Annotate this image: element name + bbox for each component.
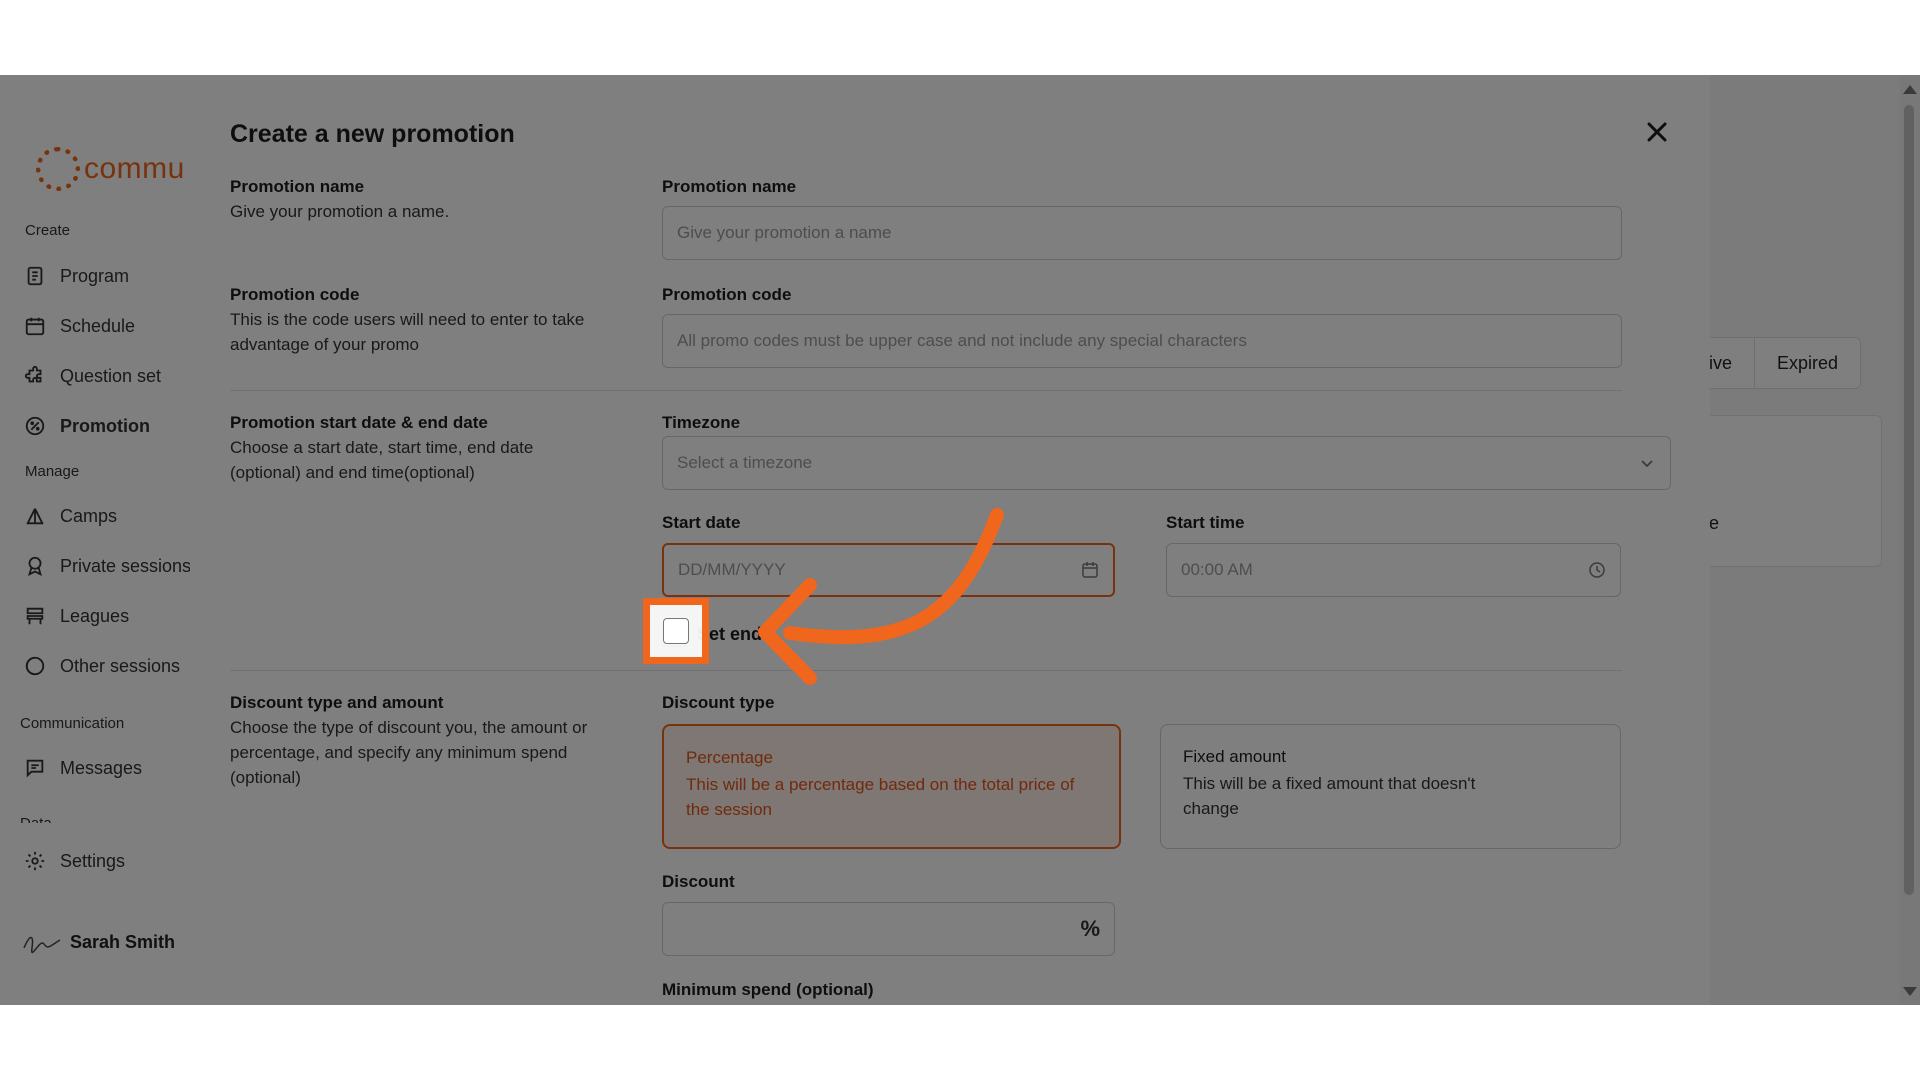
dim-overlay (0, 75, 1920, 1005)
highlighted-checkbox[interactable] (663, 618, 689, 644)
screen: commu Create Program Schedule Question s… (0, 75, 1920, 1005)
checkbox-highlight (643, 598, 709, 664)
